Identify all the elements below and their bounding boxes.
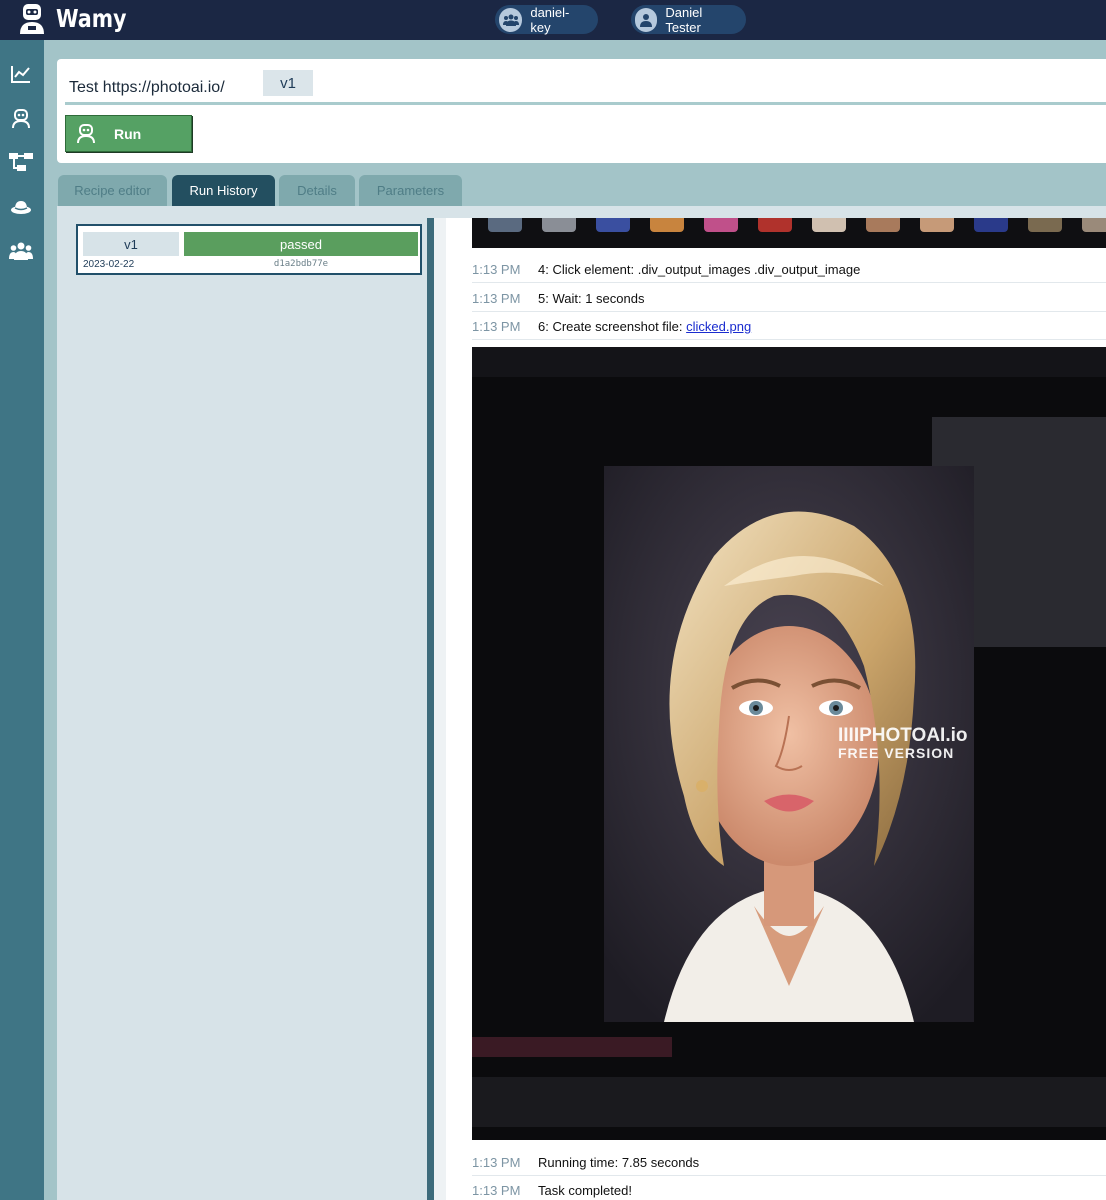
tab-run-history[interactable]: Run History (172, 175, 275, 206)
run-history-list (57, 206, 427, 1200)
thumbnail (1082, 218, 1106, 232)
log-line: 1:13 PM 4: Click element: .div_output_im… (472, 255, 1106, 283)
hat-icon[interactable] (9, 195, 33, 219)
user-avatar-icon (635, 7, 658, 32)
log-message: 5: Wait: 1 seconds (538, 291, 645, 306)
sidebar (0, 40, 44, 1200)
thumbnail (488, 218, 522, 232)
thumbnail (704, 218, 738, 232)
log-time: 1:13 PM (472, 262, 521, 277)
panel-divider[interactable] (427, 218, 434, 1200)
run-version: v1 (83, 232, 179, 256)
watermark-line1: IIIIPHOTOAI.io (838, 725, 968, 746)
team-selector[interactable]: daniel-key (495, 4, 598, 35)
thumbnail (596, 218, 630, 232)
log-message-text: 6: Create screenshot file: (538, 319, 687, 334)
screenshot-thumbnail-strip (472, 218, 1106, 248)
log-time: 1:13 PM (472, 1183, 521, 1198)
log-message: Task completed! (538, 1183, 632, 1198)
log-rail (434, 218, 446, 1200)
blurred-region (472, 1037, 672, 1057)
thumbnail (866, 218, 900, 232)
tab-details[interactable]: Details (279, 175, 355, 206)
thumbnail (542, 218, 576, 232)
blurred-region (472, 1077, 1106, 1127)
run-history-item[interactable]: v1 passed 2023-02-22 d1a2bdb77e (76, 224, 422, 275)
thumbnail (812, 218, 846, 232)
users-icon (499, 7, 523, 32)
chart-line-icon[interactable] (9, 62, 33, 86)
robot-logo-icon[interactable] (16, 2, 48, 36)
log-time: 1:13 PM (472, 291, 521, 306)
blurred-header (472, 347, 1106, 377)
thumbnail (920, 218, 954, 232)
flow-diagram-icon[interactable] (9, 150, 33, 174)
log-message: Running time: 7.85 seconds (538, 1155, 700, 1170)
watermark-line2: FREE VERSION (838, 745, 955, 761)
screenshot-file-link[interactable]: clicked.png (686, 319, 751, 334)
tab-parameters[interactable]: Parameters (359, 175, 462, 206)
version-badge[interactable]: v1 (263, 70, 313, 96)
team-label: daniel-key (530, 4, 570, 35)
user-menu[interactable]: Daniel Tester (631, 4, 746, 35)
thumbnail (758, 218, 792, 232)
run-button-label: Run (114, 125, 142, 142)
run-date: 2023-02-22 (83, 259, 135, 270)
top-bar: Wamy daniel-key Daniel Tester (0, 0, 1106, 40)
robot-icon (76, 123, 96, 144)
log-time: 1:13 PM (472, 1155, 521, 1170)
test-title: Test https://photoai.io/ (69, 79, 225, 96)
thumbnail (650, 218, 684, 232)
app-brand[interactable]: Wamy (56, 4, 126, 33)
log-line: 1:13 PM 5: Wait: 1 seconds (472, 284, 1106, 312)
run-hash: d1a2bdb77e (273, 259, 329, 269)
run-button[interactable]: Run (65, 115, 192, 152)
log-line: 1:13 PM Task completed! (472, 1176, 1106, 1200)
thumbnail (1028, 218, 1062, 232)
log-message: 4: Click element: .div_output_images .di… (538, 262, 861, 277)
test-header-card: Test https://photoai.io/ v1 Run (57, 59, 1106, 163)
thumbnail (974, 218, 1008, 232)
log-line: 1:13 PM Running time: 7.85 seconds (472, 1148, 1106, 1176)
log-message: 6: Create screenshot file: clicked.png (538, 319, 751, 334)
robot-icon[interactable] (9, 107, 33, 131)
user-name: Daniel Tester (665, 4, 703, 35)
screenshot-image[interactable]: IIIIPHOTOAI.io FREE VERSION (472, 347, 1106, 1140)
photoai-watermark: IIIIPHOTOAI.io FREE VERSION (838, 725, 968, 761)
users-icon[interactable] (9, 239, 33, 263)
log-time: 1:13 PM (472, 319, 521, 334)
tab-recipe-editor[interactable]: Recipe editor (58, 175, 167, 206)
run-status-badge: passed (184, 232, 418, 256)
test-title-row: Test https://photoai.io/ v1 (65, 65, 1106, 105)
log-line: 1:13 PM 6: Create screenshot file: click… (472, 312, 1106, 340)
